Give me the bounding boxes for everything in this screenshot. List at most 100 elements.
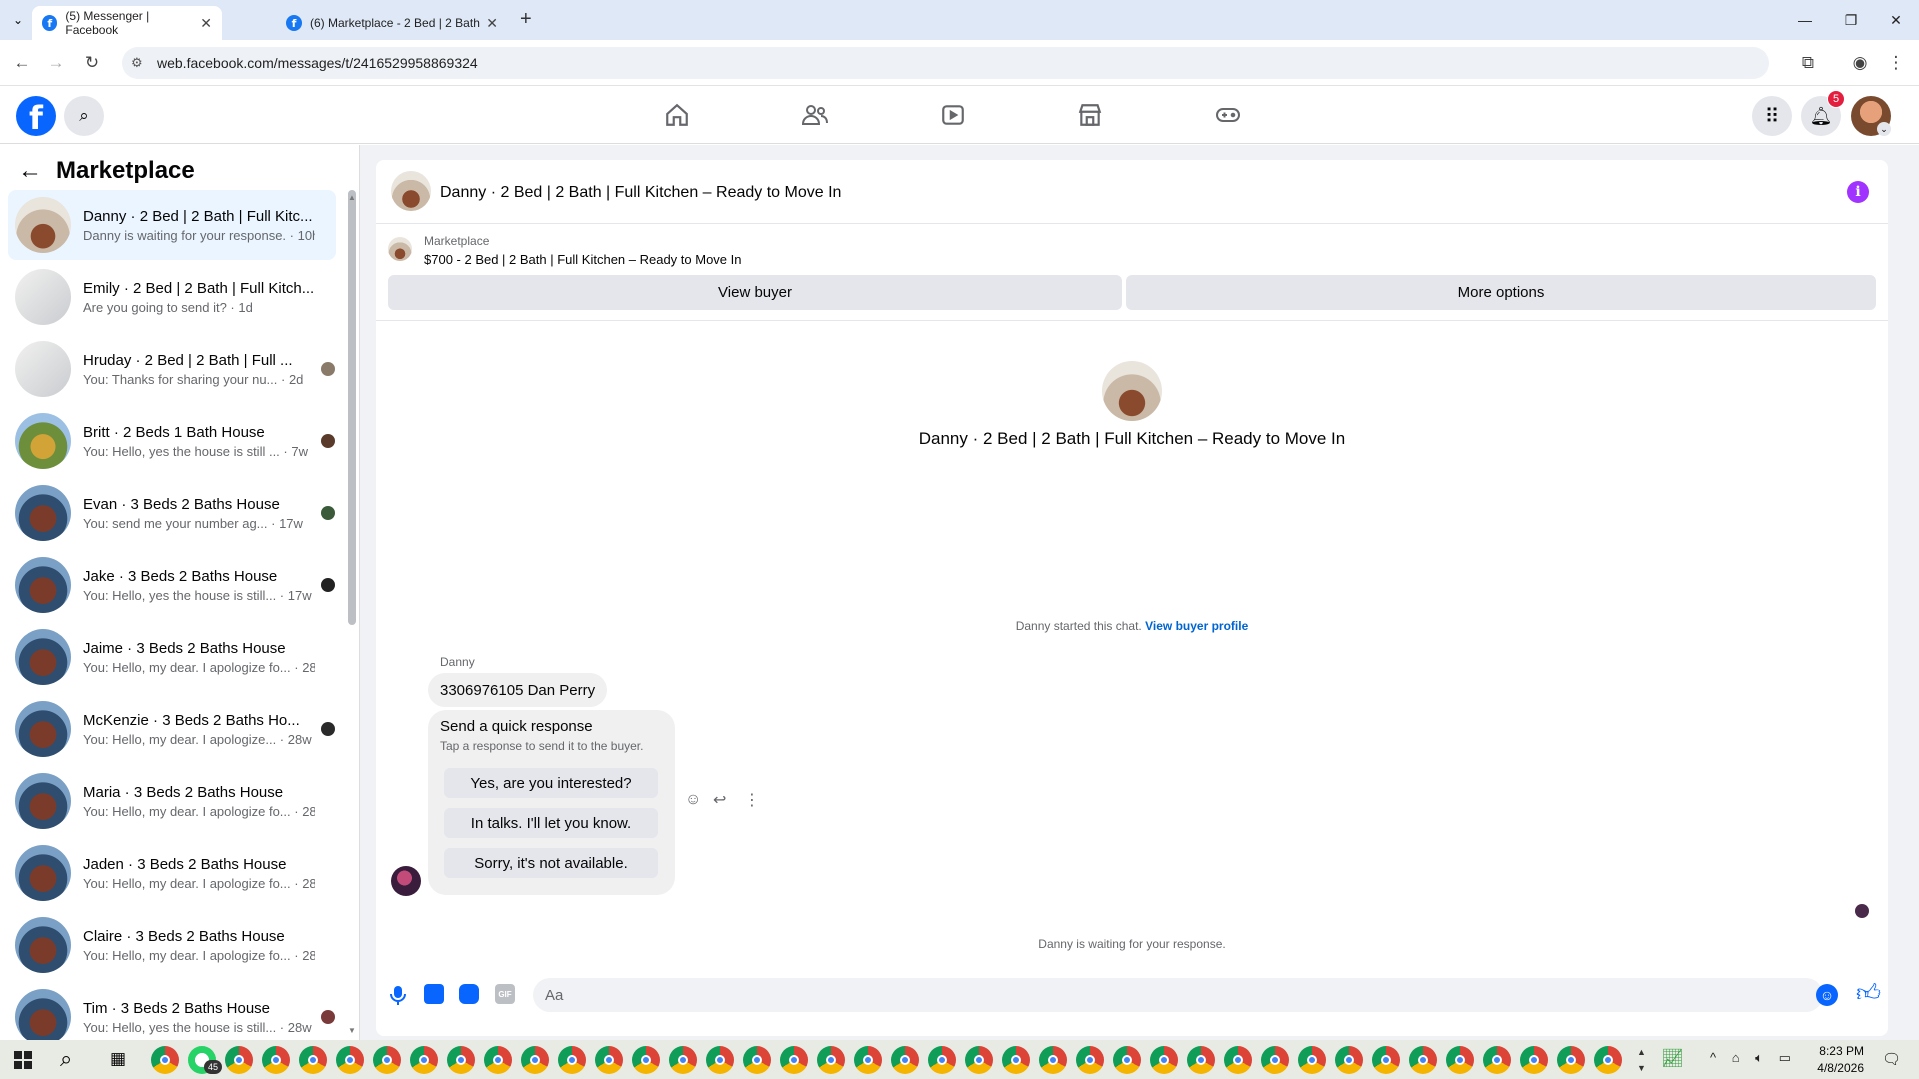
chat-header-title[interactable]: Danny · 2 Bed | 2 Bath | Full Kitchen – … [440,184,841,202]
taskbar-search-icon[interactable]: ⌕ [60,1046,72,1072]
more-actions-icon[interactable]: ⋮ [744,790,760,810]
chrome-taskbar-icon[interactable] [780,1046,808,1074]
chrome-taskbar-icon[interactable] [336,1046,364,1074]
quick-reply-yes[interactable]: Yes, are you interested? [444,768,658,798]
listing-thumbnail[interactable] [388,237,412,261]
gif-icon[interactable]: GIF [495,984,515,1004]
facebook-logo-icon[interactable]: f [16,96,56,136]
tab-marketplace[interactable]: f (6) Marketplace - 2 Bed | 2 Bath ✕ [276,6,508,40]
conversation-item[interactable]: Evan · 3 Beds 2 Baths House You: send me … [8,478,336,548]
taskbar-scroll-arrows-icon[interactable]: ▲ ▼ [1637,1044,1646,1076]
minimize-button[interactable]: — [1782,0,1828,40]
chrome-taskbar-icon[interactable] [1187,1046,1215,1074]
gaming-icon[interactable] [1210,100,1246,130]
site-info-icon[interactable]: ⚙ [131,55,143,71]
notification-center-icon[interactable]: 🗨︎ [1882,1050,1901,1068]
view-buyer-profile-link[interactable]: View buyer profile [1145,619,1248,633]
back-arrow-icon[interactable]: ← [18,157,42,185]
chart-app-icon[interactable]: 📈︎ [1661,1048,1684,1069]
conversation-item[interactable]: Hruday · 2 Bed | 2 Bath | Full ... You: T… [8,334,336,404]
reload-icon[interactable]: ↻ [80,51,104,75]
chrome-taskbar-icon[interactable] [854,1046,882,1074]
chrome-taskbar-icon[interactable] [595,1046,623,1074]
chrome-taskbar-icon[interactable] [151,1046,179,1074]
clock-date[interactable]: 4/8/2026 [1806,1061,1864,1075]
restore-button[interactable]: ❐ [1828,0,1874,40]
url-text[interactable]: web.facebook.com/messages/t/241652995886… [157,55,478,71]
chrome-taskbar-icon[interactable] [1335,1046,1363,1074]
windows-start-icon[interactable] [14,1051,32,1069]
chrome-taskbar-icon[interactable] [484,1046,512,1074]
close-window-button[interactable]: ✕ [1873,0,1919,40]
chrome-taskbar-icon[interactable] [447,1046,475,1074]
close-tab-icon[interactable]: ✕ [200,15,212,32]
chrome-taskbar-icon[interactable] [1298,1046,1326,1074]
like-thumb-icon[interactable]: 👍︎ [1856,980,1881,1008]
list-scrollbar[interactable] [348,190,356,625]
chat-header-avatar[interactable] [391,171,431,211]
conversation-item[interactable]: Maria · 3 Beds 2 Baths House You: Hello, … [8,766,336,836]
chrome-taskbar-icon[interactable] [928,1046,956,1074]
chrome-taskbar-icon[interactable] [669,1046,697,1074]
conversation-item[interactable]: Danny · 2 Bed | 2 Bath | Full Kitc... Dan… [8,190,336,260]
chrome-taskbar-icon[interactable] [558,1046,586,1074]
center-listing-avatar[interactable] [1102,361,1162,421]
microphone-icon[interactable] [388,984,408,1006]
account-chevron-icon[interactable]: ⌄ [1877,122,1891,136]
scroll-down-arrow-icon[interactable]: ▼ [348,1026,356,1035]
tab-messenger[interactable]: f (5) Messenger | Facebook ✕ [32,6,222,40]
emoji-icon[interactable]: ☺ [1816,984,1838,1006]
chrome-taskbar-icon[interactable] [1261,1046,1289,1074]
sender-avatar[interactable] [391,866,421,896]
chrome-taskbar-icon[interactable] [521,1046,549,1074]
conversation-item[interactable]: Jake · 3 Beds 2 Baths House You: Hello, y… [8,550,336,620]
menu-grid-icon[interactable]: ⠿ [1752,96,1792,136]
conversation-item[interactable]: Britt · 2 Beds 1 Bath House You: Hello, y… [8,406,336,476]
chrome-taskbar-icon[interactable] [1039,1046,1067,1074]
more-options-button[interactable]: More options [1126,275,1876,310]
browser-menu-icon[interactable]: ⋮ [1884,51,1908,75]
chrome-taskbar-icon[interactable] [1150,1046,1178,1074]
chrome-taskbar-icon[interactable] [965,1046,993,1074]
forward-arrow-icon[interactable]: → [44,51,68,75]
chrome-taskbar-icon[interactable] [743,1046,771,1074]
chrome-taskbar-icon[interactable] [1224,1046,1252,1074]
chrome-taskbar-icon[interactable] [299,1046,327,1074]
chrome-taskbar-icon[interactable] [1372,1046,1400,1074]
conversation-item[interactable]: Claire · 3 Beds 2 Baths House You: Hello,… [8,910,336,980]
chrome-taskbar-icon[interactable] [1483,1046,1511,1074]
conversation-item[interactable]: Jaden · 3 Beds 2 Baths House You: Hello, … [8,838,336,908]
chrome-taskbar-icon[interactable] [817,1046,845,1074]
chrome-taskbar-icon[interactable] [262,1046,290,1074]
chrome-taskbar-icon[interactable] [410,1046,438,1074]
scroll-up-arrow-icon[interactable]: ▲ [348,193,356,202]
chrome-taskbar-icon[interactable] [632,1046,660,1074]
message-input[interactable]: Aa [533,978,1823,1012]
chrome-taskbar-icon[interactable] [1594,1046,1622,1074]
task-view-icon[interactable]: ▦ [110,1049,126,1069]
listing-line[interactable]: $700 - 2 Bed | 2 Bath | Full Kitchen – R… [424,252,742,267]
clock-time[interactable]: 8:23 PM [1806,1044,1864,1058]
quick-reply-not-available[interactable]: Sorry, it's not available. [444,848,658,878]
view-buyer-button[interactable]: View buyer [388,275,1122,310]
search-icon[interactable]: ⌕ [64,96,104,136]
chrome-taskbar-icon[interactable] [1557,1046,1585,1074]
chrome-taskbar-icon[interactable] [1076,1046,1104,1074]
quick-reply-in-talks[interactable]: In talks. I'll let you know. [444,808,658,838]
conversation-item[interactable]: McKenzie · 3 Beds 2 Baths Ho... You: Hell… [8,694,336,764]
video-icon[interactable] [935,100,971,130]
conversation-item[interactable]: Emily · 2 Bed | 2 Bath | Full Kitch... Ar… [8,262,336,332]
info-icon[interactable]: i [1847,181,1869,203]
chrome-taskbar-icon[interactable] [225,1046,253,1074]
react-emoji-icon[interactable]: ☺ [685,791,701,809]
profile-icon[interactable]: ◉ [1848,51,1872,75]
reply-arrow-icon[interactable]: ↩ [713,790,726,810]
chrome-taskbar-icon[interactable] [1113,1046,1141,1074]
new-tab-button[interactable]: + [520,8,532,31]
sticker-icon[interactable] [459,984,479,1004]
tab-list-button[interactable]: ⌄ [6,8,30,32]
message-bubble[interactable]: 3306976105 Dan Perry [428,673,608,707]
conversation-item[interactable]: Jaime · 3 Beds 2 Baths House You: Hello, … [8,622,336,692]
photo-icon[interactable] [424,984,444,1004]
friends-icon[interactable] [797,100,833,130]
